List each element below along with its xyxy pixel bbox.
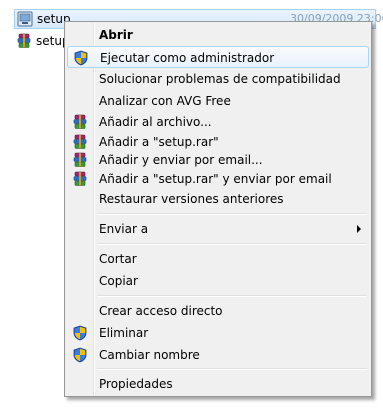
- menu-separator: [97, 243, 367, 245]
- uac-shield-icon: [72, 347, 88, 363]
- menu-item-label: Eliminar: [99, 326, 149, 340]
- menu-item-label: Copiar: [99, 274, 138, 288]
- uac-shield-icon: [73, 50, 89, 66]
- menu-item-cambiar-nombre[interactable]: Cambiar nombre: [67, 344, 369, 366]
- menu-item-label: Propiedades: [99, 377, 173, 391]
- winrar-icon: [72, 171, 88, 187]
- menu-item-label: Analizar con AVG Free: [99, 94, 231, 108]
- menu-item-label: Añadir a "setup.rar" y enviar por email: [99, 172, 332, 186]
- context-menu: Abrir Ejecutar como administrador Soluci…: [64, 21, 372, 397]
- menu-item-anadir-setup-rar-enviar-email[interactable]: Añadir a "setup.rar" y enviar por email: [67, 168, 369, 190]
- menu-item-anadir-al-archivo[interactable]: Añadir al archivo...: [67, 111, 369, 133]
- menu-item-label: Abrir: [99, 28, 133, 42]
- menu-item-analizar-avg[interactable]: Analizar con AVG Free: [67, 90, 369, 112]
- menu-item-label: Añadir a "setup.rar": [99, 135, 219, 149]
- submenu-arrow-icon: [357, 225, 361, 233]
- file-row-setup-rar[interactable]: setup: [16, 31, 70, 51]
- menu-item-label: Añadir y enviar por email...: [99, 153, 263, 167]
- winrar-icon: [72, 114, 88, 130]
- winrar-icon: [72, 134, 88, 150]
- menu-item-label: Añadir al archivo...: [99, 115, 212, 129]
- menu-item-label: Crear acceso directo: [99, 304, 223, 318]
- menu-separator: [97, 368, 367, 370]
- winrar-icon: [72, 152, 88, 168]
- menu-separator: [97, 213, 367, 215]
- explorer-file-pane: setup 30/09/2009 23:00 setup Abrir Ejecu…: [0, 0, 383, 415]
- menu-separator: [97, 295, 367, 297]
- menu-item-propiedades[interactable]: Propiedades: [67, 373, 369, 395]
- menu-item-label: Cortar: [99, 252, 137, 266]
- menu-item-crear-acceso-directo[interactable]: Crear acceso directo: [67, 300, 369, 322]
- menu-item-enviar-a[interactable]: Enviar a: [67, 218, 369, 240]
- menu-item-label: Solucionar problemas de compatibilidad: [99, 72, 341, 86]
- menu-item-label: Restaurar versiones anteriores: [99, 192, 284, 206]
- menu-item-copiar[interactable]: Copiar: [67, 270, 369, 292]
- menu-item-restaurar-versiones[interactable]: Restaurar versiones anteriores: [67, 188, 369, 210]
- uac-shield-icon: [72, 325, 88, 341]
- menu-item-ejecutar-como-administrador[interactable]: Ejecutar como administrador: [67, 46, 369, 68]
- menu-item-label: Cambiar nombre: [99, 348, 200, 362]
- menu-item-solucionar-problemas[interactable]: Solucionar problemas de compatibilidad: [67, 68, 369, 90]
- menu-item-label: Enviar a: [99, 222, 149, 236]
- winrar-archive-icon: [16, 33, 32, 49]
- menu-item-label: Ejecutar como administrador: [100, 51, 275, 65]
- setup-exe-icon: [17, 11, 33, 27]
- menu-item-eliminar[interactable]: Eliminar: [67, 322, 369, 344]
- menu-item-abrir[interactable]: Abrir: [67, 24, 369, 46]
- menu-item-cortar[interactable]: Cortar: [67, 248, 369, 270]
